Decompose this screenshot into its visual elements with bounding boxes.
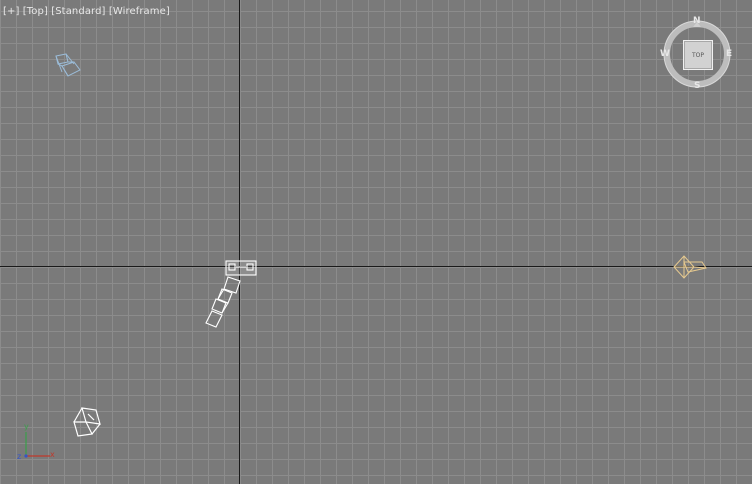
- blue-light-object[interactable]: [48, 50, 84, 86]
- viewcube-top-face[interactable]: TOP: [683, 40, 713, 70]
- viewport-shading-standard[interactable]: [Standard]: [51, 6, 105, 17]
- compass-south[interactable]: S: [694, 81, 700, 91]
- world-y-axis: [239, 0, 240, 484]
- gizmo-x-label: x: [50, 450, 55, 459]
- gizmo-z-label: z: [17, 452, 22, 461]
- viewport-label-menu: [+] [Top] [Standard] [Wireframe]: [3, 6, 170, 17]
- camera-object[interactable]: [672, 252, 708, 282]
- viewport-visual-style[interactable]: [Wireframe]: [109, 6, 170, 17]
- white-box-object[interactable]: [70, 404, 106, 440]
- top-viewport[interactable]: [+] [Top] [Standard] [Wireframe] TOP N S…: [0, 0, 752, 484]
- viewport-point-of-view[interactable]: [Top]: [23, 6, 48, 17]
- viewport-menu-plus[interactable]: [+]: [3, 6, 19, 17]
- world-x-axis: [0, 266, 752, 267]
- white-camera-object[interactable]: [200, 255, 264, 335]
- compass-north[interactable]: N: [693, 16, 701, 26]
- gizmo-y-label: y: [24, 422, 29, 431]
- axis-tripod-gizmo: y x z: [16, 422, 66, 464]
- compass-east[interactable]: E: [726, 49, 732, 59]
- compass-west[interactable]: W: [660, 49, 670, 59]
- viewcube[interactable]: TOP N S E W: [660, 16, 733, 91]
- viewcube-face-label: TOP: [691, 51, 704, 59]
